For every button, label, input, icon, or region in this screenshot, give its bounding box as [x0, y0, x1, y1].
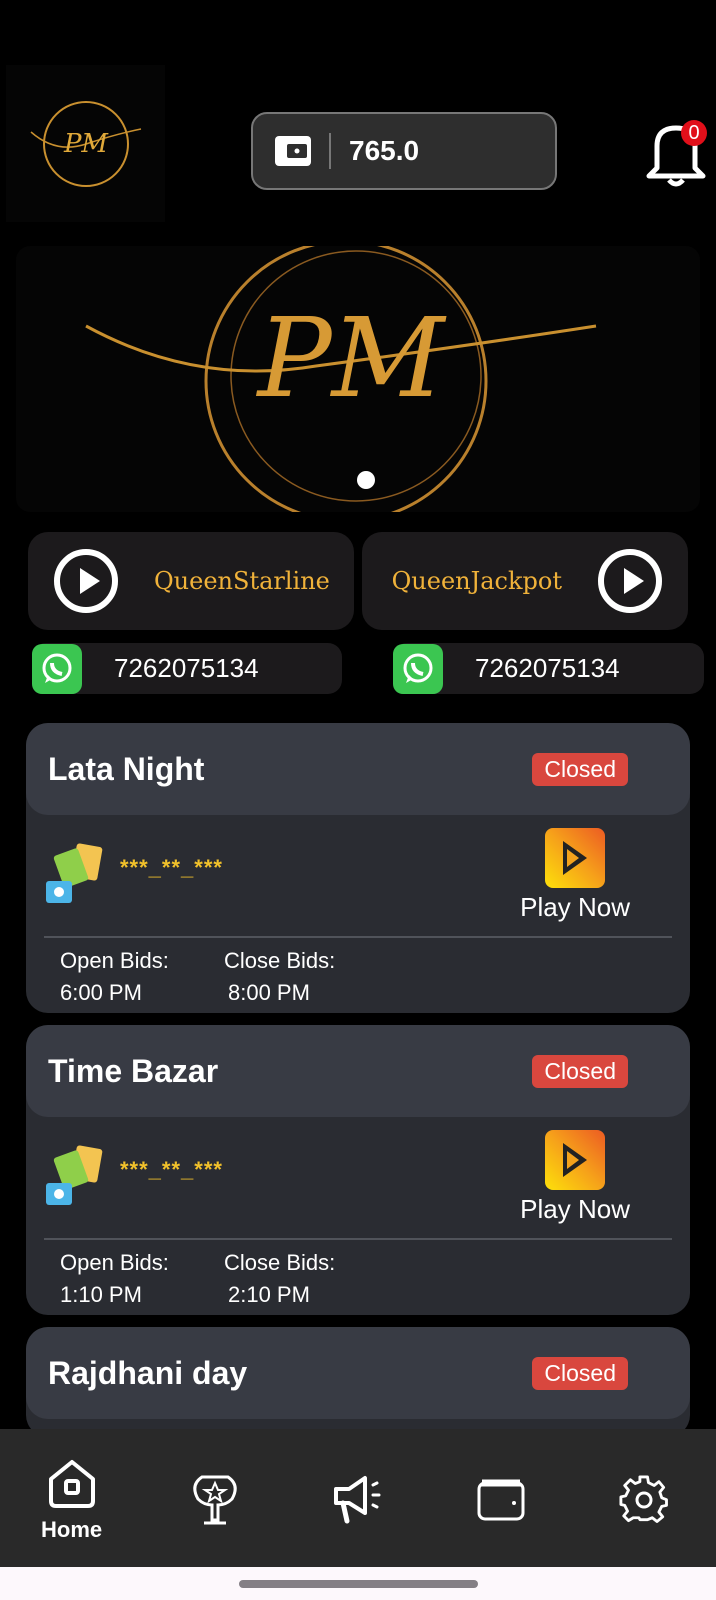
- status-badge: Closed: [532, 1054, 628, 1088]
- playing-cards-icon: [46, 1145, 103, 1205]
- play-circle-icon: [598, 549, 662, 613]
- play-circle-icon: [54, 549, 118, 613]
- queen-jackpot-label: QueenJackpot: [391, 567, 562, 595]
- nav-settings[interactable]: [599, 1459, 689, 1525]
- play-icon: [545, 1130, 606, 1190]
- play-now-label: Play Now: [520, 892, 630, 922]
- open-bids-time: 1:10 PM: [60, 1282, 142, 1307]
- nav-wallet[interactable]: [456, 1459, 546, 1525]
- home-icon: [48, 1460, 95, 1508]
- whatsapp-icon: [393, 643, 443, 694]
- whatsapp-icon: [32, 643, 82, 694]
- megaphone-icon: [333, 1476, 381, 1524]
- close-bids-time: 8:00 PM: [228, 980, 310, 1005]
- home-indicator[interactable]: [239, 1580, 478, 1588]
- bottom-navigation: Home: [0, 1429, 716, 1567]
- nav-home-label: Home: [41, 1517, 103, 1542]
- market-name: Rajdhani day: [48, 1354, 248, 1391]
- nav-trophy[interactable]: [170, 1459, 260, 1525]
- market-card[interactable]: Rajdhani day Closed: [26, 1327, 690, 1437]
- wallet-balance: 765.0: [349, 135, 420, 166]
- wallet-icon: [477, 1479, 525, 1521]
- market-name: Lata Night: [48, 750, 205, 787]
- market-card[interactable]: Time Bazar Closed ***_**_*** Play Now Ope…: [26, 1025, 690, 1315]
- whatsapp-number: 7262075134: [475, 653, 620, 683]
- app-logo: PM: [6, 65, 165, 222]
- play-now-button[interactable]: Play Now: [520, 828, 630, 923]
- play-now-button[interactable]: Play Now: [520, 1130, 630, 1225]
- open-bids: Open Bids: 1:10 PM: [60, 1247, 169, 1311]
- market-result: ***_**_***: [120, 855, 223, 880]
- nav-home[interactable]: Home: [27, 1459, 117, 1543]
- open-bids-label: Open Bids:: [60, 1250, 169, 1275]
- open-bids-label: Open Bids:: [60, 948, 169, 973]
- status-badge: Closed: [532, 1356, 628, 1390]
- trophy-icon: [193, 1475, 237, 1525]
- playing-cards-icon: [46, 843, 103, 903]
- divider: [44, 1238, 672, 1240]
- market-name: Time Bazar: [48, 1052, 219, 1089]
- system-gesture-bar: [0, 1567, 716, 1600]
- wallet-balance-button[interactable]: 765.0: [251, 112, 557, 190]
- whatsapp-contact[interactable]: 7262075134: [32, 643, 342, 694]
- status-badge: Closed: [532, 752, 628, 786]
- queen-starline-label: QueenStarline: [154, 567, 330, 595]
- wallet-icon: [275, 136, 311, 166]
- status-bar: [40, 28, 676, 58]
- notification-badge: 0: [681, 120, 707, 146]
- svg-text:PM: PM: [62, 129, 108, 159]
- queen-jackpot-button[interactable]: QueenJackpot: [362, 532, 688, 630]
- close-bids: Close Bids: 8:00 PM: [224, 945, 335, 1009]
- svg-text:PM: PM: [256, 294, 447, 422]
- play-now-label: Play Now: [520, 1194, 630, 1224]
- gear-icon: [619, 1475, 669, 1523]
- close-bids: Close Bids: 2:10 PM: [224, 1247, 335, 1311]
- divider: [329, 133, 331, 169]
- play-icon: [545, 828, 606, 888]
- market-result: ***_**_***: [120, 1157, 223, 1182]
- promo-banner[interactable]: PM: [16, 246, 700, 512]
- close-bids-label: Close Bids:: [224, 948, 336, 973]
- nav-announcements[interactable]: [313, 1459, 403, 1525]
- divider: [44, 936, 672, 938]
- close-bids-time: 2:10 PM: [228, 1282, 310, 1307]
- open-bids-time: 6:00 PM: [60, 980, 142, 1005]
- whatsapp-number: 7262075134: [114, 653, 259, 683]
- whatsapp-contact[interactable]: 7262075134: [393, 643, 704, 694]
- queen-starline-button[interactable]: QueenStarline: [28, 532, 354, 630]
- carousel-indicator[interactable]: [357, 471, 375, 489]
- close-bids-label: Close Bids:: [224, 1250, 336, 1275]
- open-bids: Open Bids: 6:00 PM: [60, 945, 169, 1009]
- market-card[interactable]: Lata Night Closed ***_**_*** Play Now Ope…: [26, 723, 690, 1013]
- notifications-button[interactable]: 0: [645, 118, 711, 188]
